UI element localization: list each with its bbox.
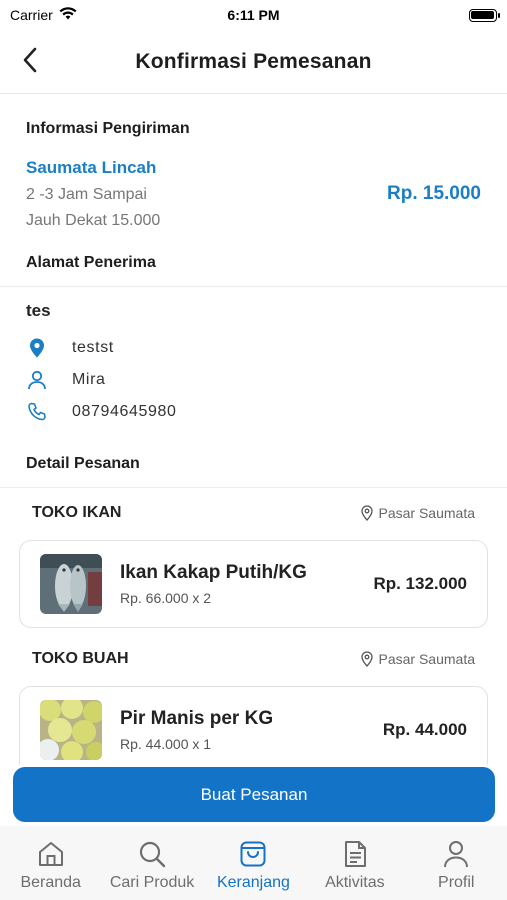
tab-profil[interactable]: Profil xyxy=(406,838,506,892)
address-label: tes xyxy=(26,301,51,320)
location-pin-outline-icon xyxy=(360,505,373,521)
item-info: Pir Manis per KG Rp. 44.000 x 1 xyxy=(120,708,383,752)
tab-beranda[interactable]: Beranda xyxy=(1,838,101,892)
tab-label: Keranjang xyxy=(216,874,290,891)
document-icon xyxy=(339,838,371,870)
address-phone-row: 08794645980 xyxy=(26,401,481,423)
tab-label: Profil xyxy=(438,874,475,891)
tab-aktivitas[interactable]: Aktivitas xyxy=(305,838,405,892)
tab-keranjang[interactable]: Keranjang xyxy=(203,838,303,892)
courier-eta: 2 -3 Jam Sampai xyxy=(26,186,147,203)
shipping-price: Rp. 15.000 xyxy=(387,183,481,204)
order-item-card[interactable]: Pir Manis per KG Rp. 44.000 x 1 Rp. 44.0… xyxy=(19,686,488,765)
status-bar: Carrier 6:11 PM xyxy=(0,0,507,30)
courier-name: Saumata Lincah xyxy=(26,158,157,177)
courier-details: Saumata Lincah 2 -3 Jam Sampai Jauh Deka… xyxy=(26,158,160,230)
battery-icon xyxy=(468,8,500,22)
status-right xyxy=(347,8,500,22)
scroll-content[interactable]: Informasi Pengiriman Saumata Lincah 2 -3… xyxy=(0,95,507,765)
location-pin-outline-icon xyxy=(360,651,373,667)
item-total-price: Rp. 44.000 xyxy=(382,720,467,739)
item-total-price: Rp. 132.000 xyxy=(373,574,467,593)
home-icon xyxy=(35,838,67,870)
tab-label: Cari Produk xyxy=(109,874,195,891)
chevron-left-icon xyxy=(23,47,37,73)
item-unit-qty: Rp. 44.000 x 1 xyxy=(120,736,212,752)
tab-cari-produk[interactable]: Cari Produk xyxy=(102,838,202,892)
product-image-fish xyxy=(40,554,102,614)
address-recipient-row: Mira xyxy=(26,369,481,391)
tab-label: Aktivitas xyxy=(325,874,385,891)
item-name: Ikan Kakap Putih/KG xyxy=(120,562,307,583)
back-button[interactable] xyxy=(14,44,46,76)
address-phone: 08794645980 xyxy=(72,403,177,420)
store-header: TOKO BUAH Pasar Saumata xyxy=(0,650,507,668)
shipping-section: Informasi Pengiriman Saumata Lincah 2 -3… xyxy=(0,95,507,230)
carrier-label: Carrier xyxy=(10,7,53,23)
address-location: testst xyxy=(72,339,114,356)
status-left: Carrier xyxy=(10,7,160,23)
place-order-button[interactable]: Buat Pesanan xyxy=(13,767,495,822)
address-section-title: Alamat Penerima xyxy=(0,254,507,287)
courier-distance-fee: Jauh Dekat 15.000 xyxy=(26,212,161,229)
address-block[interactable]: tes testst Mira 08794645980 xyxy=(0,287,507,421)
tab-label: Beranda xyxy=(20,874,81,891)
store-location: Pasar Saumata xyxy=(360,505,476,521)
item-unit-qty: Rp. 66.000 x 2 xyxy=(120,590,212,606)
address-recipient: Mira xyxy=(72,371,106,388)
store-header: TOKO IKAN Pasar Saumata xyxy=(0,504,507,522)
search-icon xyxy=(136,838,168,870)
shipping-section-title: Informasi Pengiriman xyxy=(26,120,190,137)
store-location: Pasar Saumata xyxy=(360,651,476,667)
store-name: TOKO IKAN xyxy=(32,504,122,521)
location-pin-icon xyxy=(26,337,48,359)
order-item-card[interactable]: Ikan Kakap Putih/KG Rp. 66.000 x 2 Rp. 1… xyxy=(19,540,488,628)
order-section-title: Detail Pesanan xyxy=(0,455,507,488)
wifi-icon xyxy=(59,7,77,23)
store-name: TOKO BUAH xyxy=(32,650,129,667)
courier-option[interactable]: Saumata Lincah 2 -3 Jam Sampai Jauh Deka… xyxy=(0,158,507,230)
store-location-label: Pasar Saumata xyxy=(378,505,476,521)
page-title: Konfirmasi Pemesanan xyxy=(135,49,372,73)
user-icon xyxy=(440,838,472,870)
phone-icon xyxy=(26,401,48,423)
page-header: Konfirmasi Pemesanan xyxy=(0,30,507,94)
store-location-label: Pasar Saumata xyxy=(378,651,476,667)
cart-bag-icon xyxy=(237,838,269,870)
item-name: Pir Manis per KG xyxy=(120,708,274,729)
product-image-pear xyxy=(40,700,102,760)
bottom-tab-bar: Beranda Cari Produk Keranjang Aktivitas … xyxy=(0,826,507,900)
item-info: Ikan Kakap Putih/KG Rp. 66.000 x 2 xyxy=(120,562,373,606)
status-time: 6:11 PM xyxy=(227,7,280,23)
user-icon xyxy=(26,369,48,391)
address-location-row: testst xyxy=(26,337,481,359)
